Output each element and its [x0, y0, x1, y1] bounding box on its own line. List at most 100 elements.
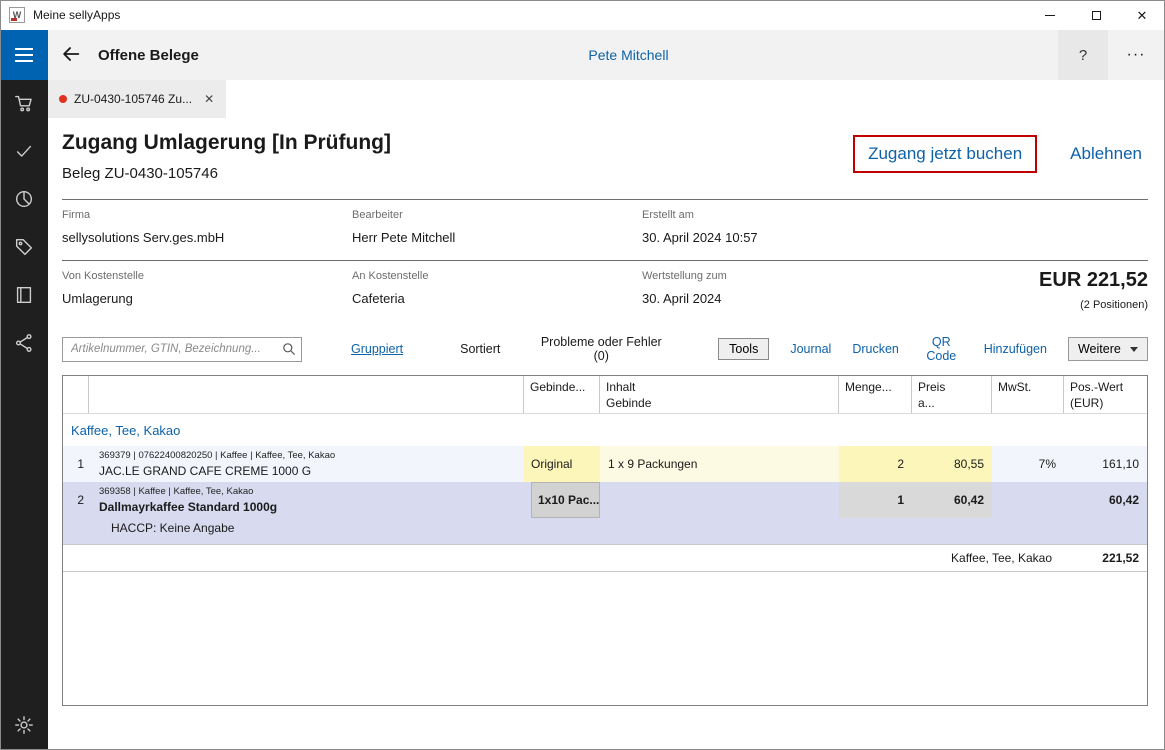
reject-button[interactable]: Ablehnen	[1064, 143, 1148, 165]
sidebar-item-share[interactable]	[0, 320, 48, 368]
more-options-button[interactable]: ···	[1111, 30, 1161, 80]
group-header[interactable]: Kaffee, Tee, Kakao	[63, 414, 1147, 446]
info-von-kostenstelle: Von Kostenstelle Umlagerung	[62, 270, 352, 306]
qr-code-link[interactable]: QR Code	[920, 335, 963, 363]
add-link[interactable]: Hinzufügen	[984, 342, 1047, 356]
cart-icon	[13, 92, 35, 117]
print-link[interactable]: Drucken	[852, 342, 899, 356]
hamburger-menu-button[interactable]	[0, 30, 48, 80]
app-shell: Offene Belege Pete Mitchell ? ··· ZU-043…	[0, 30, 1165, 750]
app-icon: W	[9, 7, 25, 23]
main-area: Offene Belege Pete Mitchell ? ··· ZU-043…	[48, 30, 1165, 750]
table-row-selected[interactable]: 2 369358 | Kaffee | Kaffee, Tee, Kakao D…	[63, 482, 1147, 518]
window-title: Meine sellyApps	[33, 8, 120, 22]
document-total: EUR 221,52 (2 Positionen)	[1039, 269, 1148, 311]
settings-gear-icon	[13, 714, 35, 739]
col-preis[interactable]: Preis a...	[912, 376, 992, 413]
sidebar-item-tasks[interactable]	[0, 128, 48, 176]
pos-wert-cell: 60,42	[1064, 482, 1147, 518]
col-menge[interactable]: Menge...	[839, 376, 912, 413]
col-number	[63, 376, 89, 413]
group-footer: Kaffee, Tee, Kakao 221,52	[63, 544, 1147, 572]
book-icon	[13, 284, 35, 309]
col-inhalt[interactable]: Inhalt Gebinde	[600, 376, 839, 413]
problems-filter[interactable]: Probleme oder Fehler (0)	[540, 335, 662, 363]
checkmark-icon	[13, 140, 35, 165]
article-name: Dallmayrkaffee Standard 1000g	[99, 500, 524, 514]
search-input[interactable]	[62, 337, 302, 362]
help-button[interactable]: ?	[1058, 30, 1108, 80]
table-row[interactable]: 1 369379 | 07622400820250 | Kaffee | Kaf…	[63, 446, 1147, 482]
hamburger-icon	[15, 48, 33, 50]
menge-cell[interactable]: 1	[839, 482, 912, 518]
gebinde-selector[interactable]: 1x10 Pac...	[531, 482, 600, 518]
info-erstellt-am: Erstellt am 30. April 2024 10:57	[642, 209, 932, 245]
article-name: JAC.LE GRAND CAFE CREME 1000 G	[99, 464, 524, 478]
tools-button[interactable]: Tools	[718, 338, 769, 360]
book-now-button[interactable]: Zugang jetzt buchen	[853, 135, 1037, 173]
info-an-kostenstelle: An Kostenstelle Cafeteria	[352, 270, 642, 306]
sidebar-item-cart[interactable]	[0, 80, 48, 128]
close-icon: ✕	[1137, 9, 1148, 22]
mwst-cell: 7%	[992, 446, 1064, 482]
tab-document[interactable]: ZU-0430-105746 Zu... ✕	[48, 80, 226, 118]
positions-table: Gebinde... Inhalt Gebinde Menge... Preis…	[62, 375, 1148, 706]
article-meta: 369379 | 07622400820250 | Kaffee | Kaffe…	[99, 450, 524, 461]
chevron-down-icon	[1130, 347, 1138, 352]
info-wertstellung: Wertstellung zum 30. April 2024	[642, 270, 932, 306]
total-amount: EUR 221,52	[1039, 269, 1148, 292]
sorted-toggle[interactable]: Sortiert	[460, 342, 500, 356]
more-actions-dropdown[interactable]: Weitere	[1068, 337, 1148, 361]
sidebar-item-reports[interactable]	[0, 176, 48, 224]
tab-close-button[interactable]: ✕	[202, 92, 216, 106]
sidebar-item-labels[interactable]	[0, 224, 48, 272]
sidebar-item-journal[interactable]	[0, 272, 48, 320]
preis-cell[interactable]: 60,42	[912, 482, 992, 518]
menge-cell[interactable]: 2	[839, 446, 912, 482]
article-cell: 369379 | 07622400820250 | Kaffee | Kaffe…	[89, 446, 524, 482]
gebinde-cell[interactable]: 1x10 Pac...	[524, 482, 600, 518]
info-value: Herr Pete Mitchell	[352, 230, 642, 245]
info-label: Erstellt am	[642, 209, 932, 221]
col-article	[89, 376, 524, 413]
preis-cell[interactable]: 80,55	[912, 446, 992, 482]
info-row-1: Firma sellysolutions Serv.ges.mbH Bearbe…	[62, 200, 1148, 260]
mwst-cell	[992, 482, 1064, 518]
search-icon	[281, 341, 297, 362]
inhalt-cell	[600, 482, 839, 518]
maximize-button[interactable]	[1073, 0, 1119, 30]
gebinde-cell[interactable]: Original	[524, 446, 600, 482]
col-mwst[interactable]: MwSt.	[992, 376, 1064, 413]
tab-label: ZU-0430-105746 Zu...	[74, 92, 192, 106]
grouped-toggle[interactable]: Gruppiert	[351, 342, 403, 356]
minimize-button[interactable]	[1027, 0, 1073, 30]
pie-chart-icon	[13, 188, 35, 213]
table-header: Gebinde... Inhalt Gebinde Menge... Preis…	[63, 376, 1147, 414]
col-pos-wert[interactable]: Pos.-Wert (EUR)	[1064, 376, 1147, 413]
article-meta: 369358 | Kaffee | Kaffee, Tee, Kakao	[99, 486, 524, 497]
user-link[interactable]: Pete Mitchell	[582, 46, 674, 64]
article-cell: 369358 | Kaffee | Kaffee, Tee, Kakao Dal…	[89, 482, 524, 518]
info-value: 30. April 2024 10:57	[642, 230, 932, 245]
journal-link[interactable]: Journal	[790, 342, 831, 356]
close-button[interactable]: ✕	[1119, 0, 1165, 30]
row-number: 1	[63, 446, 89, 482]
document-header: Zugang Umlagerung [In Prüfung] Beleg ZU-…	[62, 131, 1148, 199]
info-value: Cafeteria	[352, 291, 642, 306]
info-label: Wertstellung zum	[642, 270, 932, 282]
info-value: Umlagerung	[62, 291, 352, 306]
unsaved-dot-icon	[59, 95, 67, 103]
minimize-icon	[1045, 15, 1055, 16]
col-gebinde[interactable]: Gebinde...	[524, 376, 600, 413]
group-footer-total: 221,52	[1064, 551, 1147, 565]
row-number: 2	[63, 482, 89, 518]
sidebar-item-settings[interactable]	[0, 702, 48, 750]
back-button[interactable]	[48, 30, 94, 80]
info-label: Firma	[62, 209, 352, 221]
inhalt-cell: 1 x 9 Packungen	[600, 446, 839, 482]
search-box	[62, 337, 302, 362]
positions-toolbar: Gruppiert Sortiert Probleme oder Fehler …	[62, 336, 1148, 362]
info-firma: Firma sellysolutions Serv.ges.mbH	[62, 209, 352, 245]
info-bearbeiter: Bearbeiter Herr Pete Mitchell	[352, 209, 642, 245]
pos-wert-cell: 161,10	[1064, 446, 1147, 482]
